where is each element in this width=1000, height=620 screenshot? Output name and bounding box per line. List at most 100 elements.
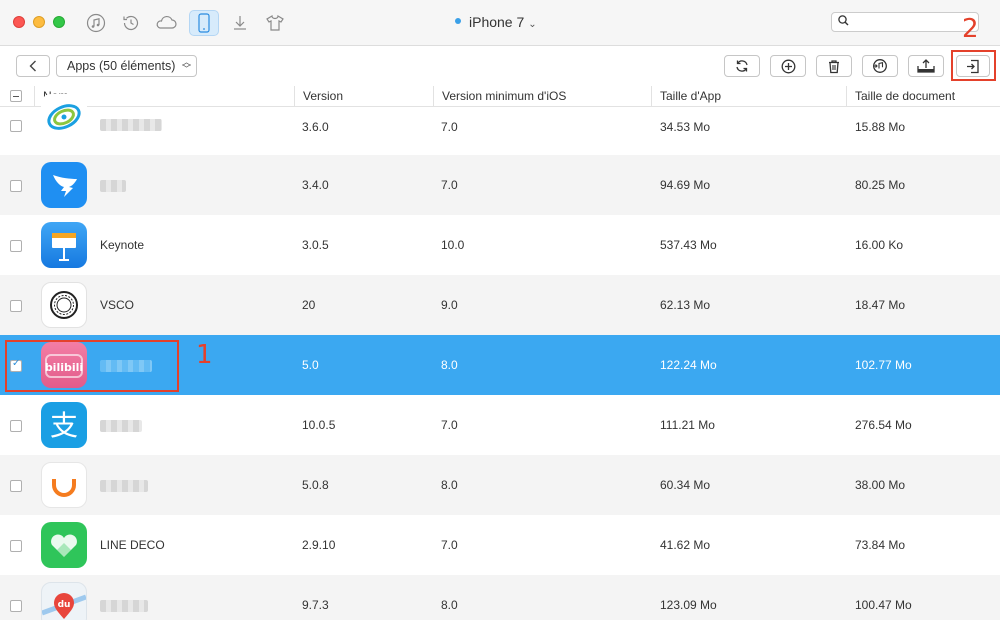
baidu-maps-icon: du xyxy=(41,582,87,620)
search-input[interactable] xyxy=(852,14,976,32)
category-select[interactable]: Apps (50 éléments) ︿ ﹀ xyxy=(56,55,197,77)
back-button[interactable] xyxy=(16,55,50,77)
cell-doc-size: 73.84 Mo xyxy=(855,538,906,552)
china-mobile-icon xyxy=(41,94,87,140)
zoom-window-button[interactable] xyxy=(53,16,65,28)
cell-version: 2.9.10 xyxy=(302,538,336,552)
highlight-box-1 xyxy=(5,340,179,392)
didi-icon xyxy=(41,462,87,508)
cloud-icon[interactable] xyxy=(153,10,179,36)
to-itunes-icon xyxy=(873,59,887,73)
cell-min-ios: 8.0 xyxy=(441,598,458,612)
cell-min-ios: 7.0 xyxy=(441,178,458,192)
history-icon[interactable] xyxy=(118,10,144,36)
cell-doc-size: 15.88 Mo xyxy=(855,120,906,134)
delete-button[interactable] xyxy=(816,55,852,77)
svg-text:支: 支 xyxy=(50,409,78,442)
cell-doc-size: 80.25 Mo xyxy=(855,178,906,192)
close-window-button[interactable] xyxy=(13,16,25,28)
row-checkbox[interactable] xyxy=(10,420,22,432)
cell-app-size: 62.13 Mo xyxy=(660,298,711,312)
table-row[interactable]: LINE DECO 2.9.10 7.0 41.62 Mo 73.84 Mo xyxy=(0,515,1000,575)
app-name-redacted xyxy=(100,480,148,492)
row-checkbox[interactable] xyxy=(10,600,22,612)
cell-app-name: LINE DECO xyxy=(100,538,165,552)
svg-text:du: du xyxy=(58,600,71,610)
cell-app-size: 537.43 Mo xyxy=(660,238,717,252)
cell-doc-size: 18.47 Mo xyxy=(855,298,906,312)
app-name-redacted xyxy=(100,600,148,612)
row-checkbox[interactable] xyxy=(10,240,22,252)
cell-app-size: 41.62 Mo xyxy=(660,538,711,552)
cell-doc-size: 100.47 Mo xyxy=(855,598,912,612)
cell-min-ios: 7.0 xyxy=(441,538,458,552)
cell-version: 9.7.3 xyxy=(302,598,329,612)
search-field[interactable] xyxy=(831,12,979,32)
cell-app-size: 122.24 Mo xyxy=(660,358,717,372)
row-checkbox[interactable] xyxy=(10,180,22,192)
device-name: iPhone 7 xyxy=(469,14,525,30)
dingtalk-icon xyxy=(41,162,87,208)
table-row[interactable]: 支 10.0.5 7.0 111.21 Mo 276.54 Mo xyxy=(0,395,1000,455)
row-checkbox[interactable] xyxy=(10,300,22,312)
minimize-window-button[interactable] xyxy=(33,16,45,28)
search-icon xyxy=(838,15,849,29)
cell-version: 3.4.0 xyxy=(302,178,329,192)
app-name-redacted xyxy=(100,420,142,432)
title-bar: iPhone 7 ⌄ xyxy=(0,0,1000,46)
to-device-icon xyxy=(917,59,935,73)
cell-min-ios: 7.0 xyxy=(441,120,458,134)
cell-app-name: VSCO xyxy=(100,298,135,312)
app-name-redacted xyxy=(100,119,162,131)
annotation-marker-2: 2 xyxy=(962,14,979,44)
cell-min-ios: 8.0 xyxy=(441,358,458,372)
cell-app-size: 94.69 Mo xyxy=(660,178,711,192)
row-checkbox[interactable] xyxy=(10,120,22,132)
cell-app-size: 123.09 Mo xyxy=(660,598,717,612)
add-icon xyxy=(781,59,795,73)
category-select-label: Apps (50 éléments) xyxy=(67,59,176,73)
alipay-icon: 支 xyxy=(41,402,87,448)
row-checkbox[interactable] xyxy=(10,540,22,552)
refresh-button[interactable] xyxy=(724,55,760,77)
phone-icon[interactable] xyxy=(189,10,219,36)
cell-app-size: 60.34 Mo xyxy=(660,478,711,492)
refresh-icon xyxy=(736,60,748,72)
cell-doc-size: 38.00 Mo xyxy=(855,478,906,492)
to-device-button[interactable] xyxy=(908,55,944,77)
trash-icon xyxy=(829,59,839,73)
cell-version: 3.6.0 xyxy=(302,120,329,134)
row-checkbox[interactable] xyxy=(10,480,22,492)
chevron-down-icon: ⌄ xyxy=(528,19,537,30)
music-icon[interactable] xyxy=(83,10,109,36)
cell-app-name: Keynote xyxy=(100,238,145,252)
app-name-redacted xyxy=(100,180,126,192)
line-deco-icon xyxy=(41,522,87,568)
download-icon[interactable] xyxy=(227,10,253,36)
cell-min-ios: 9.0 xyxy=(441,298,458,312)
device-connected-dot xyxy=(455,18,461,25)
add-button[interactable] xyxy=(770,55,806,77)
table-row[interactable]: 3.6.0 7.0 34.53 Mo 15.88 Mo xyxy=(0,94,1000,155)
table-row[interactable]: Keynote 3.0.5 10.0 537.43 Mo 16.00 Ko xyxy=(0,215,1000,275)
to-itunes-button[interactable] xyxy=(862,55,898,77)
device-selector[interactable]: iPhone 7 ⌄ xyxy=(455,14,537,30)
table-row[interactable]: 3.4.0 7.0 94.69 Mo 80.25 Mo xyxy=(0,155,1000,215)
cell-version: 5.0 xyxy=(302,358,319,372)
cell-doc-size: 276.54 Mo xyxy=(855,418,912,432)
cell-min-ios: 7.0 xyxy=(441,418,458,432)
keynote-icon xyxy=(41,222,87,268)
cell-version: 10.0.5 xyxy=(302,418,336,432)
table-row[interactable]: VSCO 20 9.0 62.13 Mo 18.47 Mo xyxy=(0,275,1000,335)
cell-min-ios: 8.0 xyxy=(441,478,458,492)
vsco-icon xyxy=(41,282,87,328)
cell-version: 20 xyxy=(302,298,316,312)
table-row[interactable]: 5.0.8 8.0 60.34 Mo 38.00 Mo xyxy=(0,455,1000,515)
cell-doc-size: 102.77 Mo xyxy=(855,358,912,372)
table-row[interactable]: du 9.7.3 8.0 123.09 Mo 100.47 Mo xyxy=(0,575,1000,620)
cell-doc-size: 16.00 Ko xyxy=(855,238,904,252)
select-arrows-icon: ︿ ﹀ xyxy=(181,57,191,74)
highlight-box-2 xyxy=(951,50,996,81)
tshirt-icon[interactable] xyxy=(262,10,288,36)
cell-app-size: 34.53 Mo xyxy=(660,120,711,134)
